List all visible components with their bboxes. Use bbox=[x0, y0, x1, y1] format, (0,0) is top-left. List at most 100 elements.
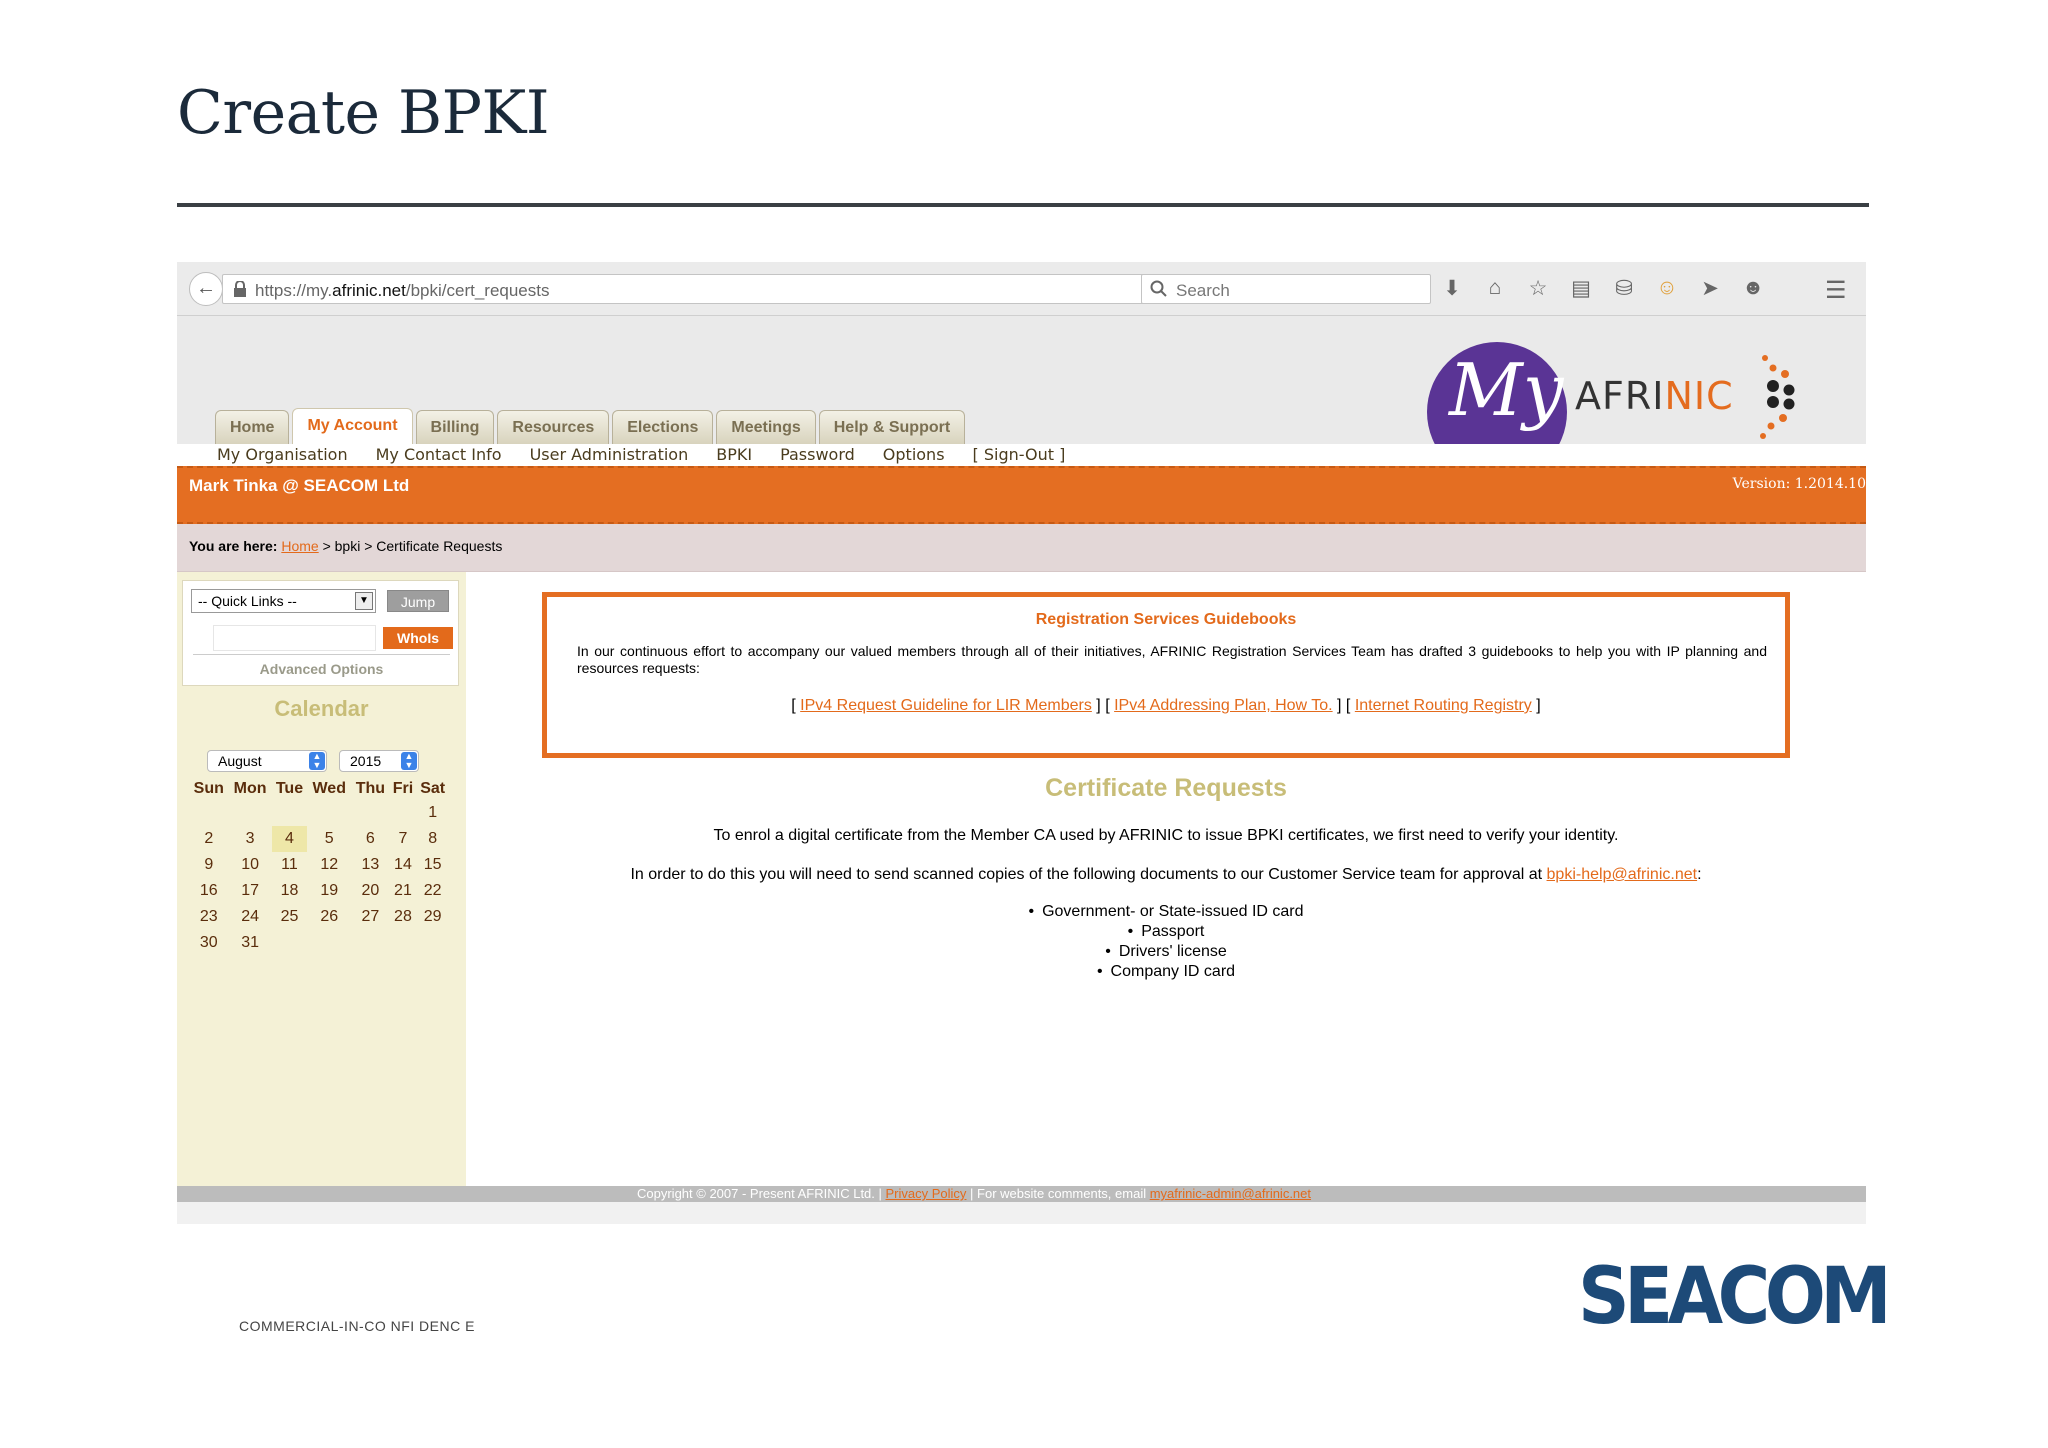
admin-email-link[interactable]: myafrinic-admin@afrinic.net bbox=[1150, 1186, 1311, 1201]
calendar-day[interactable]: 8 bbox=[416, 826, 449, 852]
cert-instructions-text: In order to do this you will need to sen… bbox=[630, 866, 1702, 883]
subnav-password[interactable]: Password bbox=[780, 445, 855, 464]
calendar-empty-cell bbox=[272, 930, 308, 956]
calendar-day[interactable]: 25 bbox=[272, 904, 308, 930]
jump-button[interactable]: Jump bbox=[387, 590, 449, 612]
list-item: Drivers' license bbox=[466, 942, 1866, 962]
subnav-bpki[interactable]: BPKI bbox=[716, 445, 752, 464]
bookmarks-list-icon[interactable]: ▤ bbox=[1568, 276, 1594, 302]
calendar-day[interactable]: 24 bbox=[229, 904, 272, 930]
tab-meetings[interactable]: Meetings bbox=[716, 410, 816, 444]
calendar-day[interactable]: 16 bbox=[189, 878, 229, 904]
version-label: Version: 1.2014.10 bbox=[1732, 476, 1866, 492]
calendar-week: 2345678 bbox=[189, 826, 449, 852]
myafrinic-logo[interactable]: My AFRINIC bbox=[1427, 326, 1807, 444]
guide-link-ipv4-addressing[interactable]: IPv4 Addressing Plan, How To. bbox=[1114, 697, 1333, 714]
bpki-help-email-link[interactable]: bpki-help@afrinic.net bbox=[1547, 866, 1698, 883]
breadcrumb-home-link[interactable]: Home bbox=[281, 538, 318, 554]
subnav-options[interactable]: Options bbox=[883, 445, 945, 464]
privacy-policy-link[interactable]: Privacy Policy bbox=[886, 1186, 967, 1201]
tab-my-account[interactable]: My Account bbox=[292, 408, 413, 444]
calendar-day[interactable]: 12 bbox=[307, 852, 351, 878]
whois-input[interactable] bbox=[213, 625, 376, 651]
calendar-weekday: Wed bbox=[312, 780, 346, 797]
calendar-day[interactable]: 18 bbox=[272, 878, 308, 904]
calendar-day[interactable]: 3 bbox=[229, 826, 272, 852]
calendar-day[interactable]: 14 bbox=[390, 852, 417, 878]
chevron-down-icon: ▼ bbox=[355, 592, 373, 610]
list-item: Passport bbox=[466, 922, 1866, 942]
calendar-day[interactable]: 30 bbox=[189, 930, 229, 956]
calendar-empty-cell bbox=[351, 800, 389, 826]
calendar-empty-cell bbox=[390, 930, 417, 956]
calendar-week: 23 24 25 26 27 28 29 bbox=[189, 904, 449, 930]
calendar-day[interactable]: 19 bbox=[307, 878, 351, 904]
back-icon[interactable]: ← bbox=[189, 272, 223, 306]
calendar-day[interactable]: 7 bbox=[390, 826, 417, 852]
confidentiality-label: COMMERCIAL-IN-CO NFI DENC E bbox=[239, 1318, 475, 1334]
browser-toolbar: ← https://my.afrinic.net/bpki/cert_reque… bbox=[177, 262, 1866, 316]
download-icon[interactable]: ⬇ bbox=[1439, 276, 1465, 302]
subnav-sign-out[interactable]: [ Sign-Out ] bbox=[973, 445, 1066, 464]
calendar-week: 16 17 18 19 20 21 22 bbox=[189, 878, 449, 904]
calendar-day[interactable]: 13 bbox=[351, 852, 389, 878]
tab-home[interactable]: Home bbox=[215, 410, 290, 444]
calendar-grid: Sun Mon Tue Wed Thu Fri Sat 1 2 3 4 5 6 7 8 9 10 11 12 13 1… bbox=[189, 778, 449, 956]
calendar-day[interactable]: 11 bbox=[272, 852, 308, 878]
calendar-day[interactable]: 9 bbox=[189, 852, 229, 878]
lock-icon bbox=[234, 281, 246, 297]
tab-billing[interactable]: Billing bbox=[415, 410, 495, 444]
site-header: My AFRINIC Home My Account Billing Resou… bbox=[177, 316, 1866, 444]
hamburger-menu-icon[interactable]: ☰ bbox=[1825, 276, 1847, 305]
calendar-day[interactable]: 29 bbox=[416, 904, 449, 930]
calendar-day[interactable]: 23 bbox=[189, 904, 229, 930]
calendar-day[interactable]: 4 bbox=[271, 826, 308, 852]
tab-resources[interactable]: Resources bbox=[497, 410, 610, 444]
slide-title: Create BPKI bbox=[177, 78, 550, 148]
calendar-weekday: Thu bbox=[355, 780, 386, 797]
calendar-day[interactable]: 1 bbox=[416, 800, 449, 826]
stepper-icon: ▲ ▼ bbox=[401, 752, 417, 770]
pocket-icon[interactable]: ⛁ bbox=[1611, 276, 1637, 302]
whois-button[interactable]: WhoIs bbox=[383, 627, 453, 649]
calendar-day[interactable]: 2 bbox=[189, 826, 229, 852]
calendar-month-select[interactable]: August ▲ ▼ bbox=[207, 750, 327, 772]
calendar-day[interactable]: 6 bbox=[351, 826, 389, 852]
calendar-day[interactable]: 5 bbox=[307, 826, 351, 852]
calendar-day[interactable]: 21 bbox=[390, 878, 417, 904]
tab-elections[interactable]: Elections bbox=[612, 410, 714, 444]
breadcrumb-label: You are here: bbox=[189, 538, 278, 554]
calendar-weekday: Fri bbox=[392, 780, 414, 797]
calendar-day[interactable]: 22 bbox=[416, 878, 449, 904]
tab-help-support[interactable]: Help & Support bbox=[818, 410, 966, 444]
subnav-my-organisation[interactable]: My Organisation bbox=[217, 445, 348, 464]
user-name: Mark Tinka @ SEACOM Ltd bbox=[189, 476, 410, 495]
footer-comments-text: | For website comments, email bbox=[966, 1186, 1150, 1201]
advanced-options-link[interactable]: Advanced Options bbox=[183, 661, 460, 677]
calendar-year-select[interactable]: 2015 ▲ ▼ bbox=[339, 750, 419, 772]
calendar-day[interactable]: 20 bbox=[351, 878, 389, 904]
extension-icon[interactable]: ☺ bbox=[1654, 276, 1680, 302]
list-item: Company ID card bbox=[466, 962, 1866, 982]
chat-icon[interactable]: ☻ bbox=[1740, 276, 1766, 302]
quick-links-select[interactable]: -- Quick Links -- ▼ bbox=[191, 589, 376, 613]
calendar-day[interactable]: 28 bbox=[390, 904, 417, 930]
home-icon[interactable]: ⌂ bbox=[1482, 276, 1508, 302]
calendar-day[interactable]: 15 bbox=[416, 852, 449, 878]
calendar-day[interactable]: 27 bbox=[351, 904, 389, 930]
calendar-day[interactable]: 17 bbox=[229, 878, 272, 904]
guide-link-irr[interactable]: Internet Routing Registry bbox=[1355, 697, 1532, 714]
url-bar[interactable]: https://my.afrinic.net/bpki/cert_request… bbox=[222, 274, 1262, 304]
guide-link-ipv4-request[interactable]: IPv4 Request Guideline for LIR Members bbox=[800, 697, 1092, 714]
subnav-my-contact-info[interactable]: My Contact Info bbox=[376, 445, 502, 464]
calendar-day[interactable]: 26 bbox=[307, 904, 351, 930]
subnav-user-administration[interactable]: User Administration bbox=[530, 445, 689, 464]
send-icon[interactable]: ➤ bbox=[1697, 276, 1723, 302]
search-bar[interactable]: Search bbox=[1141, 274, 1431, 304]
sub-nav: My Organisation My Contact Info User Adm… bbox=[177, 444, 1866, 466]
search-input[interactable]: Search bbox=[1176, 281, 1230, 301]
calendar-day[interactable]: 31 bbox=[229, 930, 272, 956]
calendar-weekday: Tue bbox=[275, 780, 304, 797]
bookmark-star-icon[interactable]: ☆ bbox=[1525, 276, 1551, 302]
calendar-day[interactable]: 10 bbox=[229, 852, 272, 878]
